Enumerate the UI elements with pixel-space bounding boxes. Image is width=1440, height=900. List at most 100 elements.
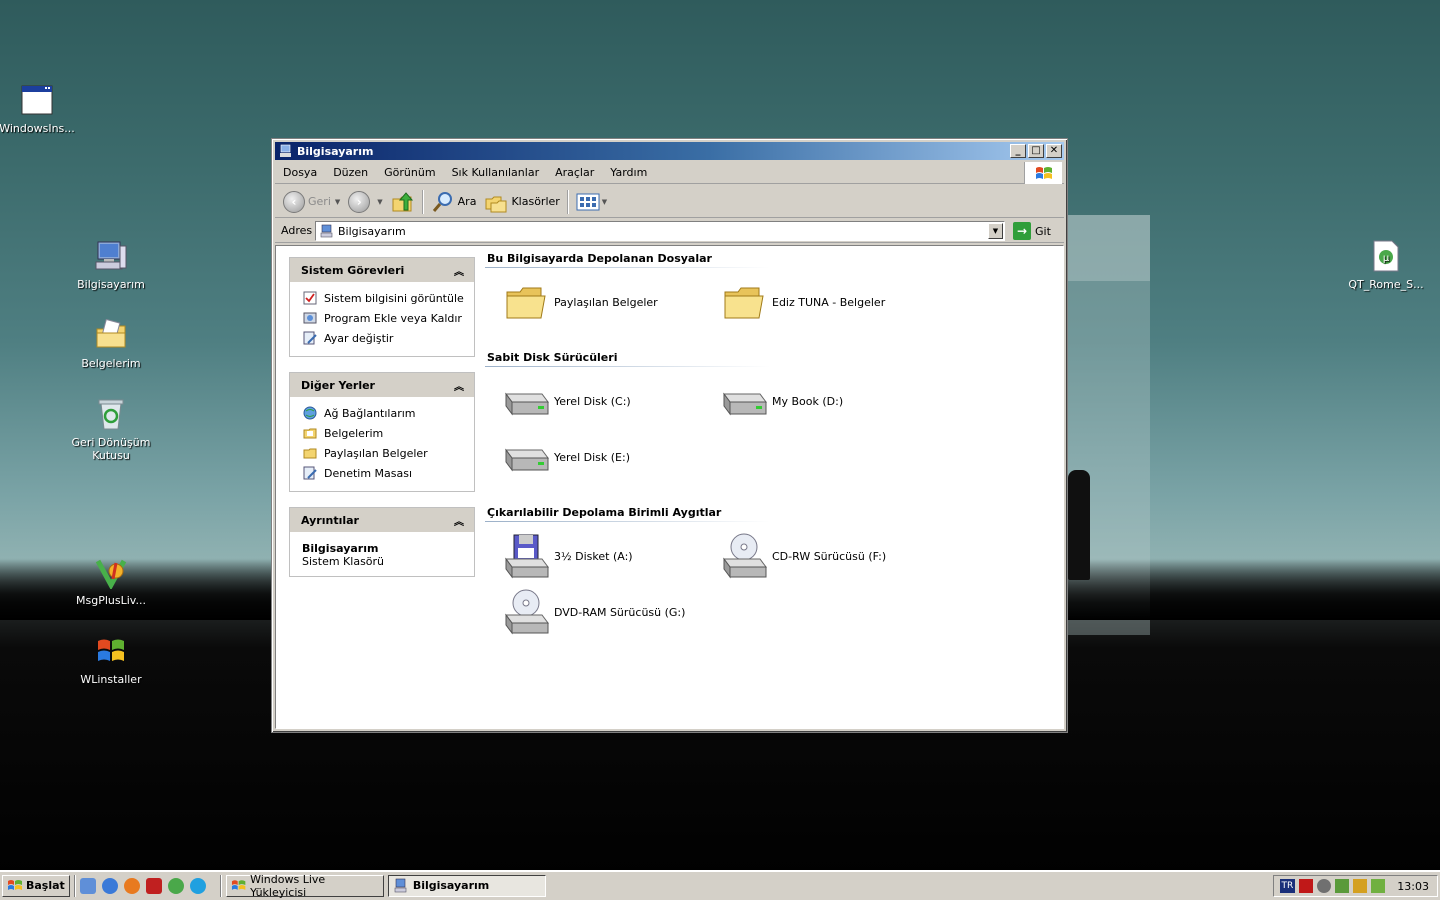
go-label: Git xyxy=(1035,224,1051,238)
group-title-stored-files: Bu Bilgisayarda Depolanan Dosyalar xyxy=(487,252,712,265)
media-app-icon[interactable] xyxy=(145,877,162,894)
menu-edit[interactable]: Düzen xyxy=(325,166,376,179)
desktop-icon-label: MsgPlusLiv... xyxy=(76,594,146,607)
collapse-icon[interactable]: ︽ xyxy=(454,513,464,528)
windows-flag-icon xyxy=(93,633,129,669)
antivirus-icon[interactable] xyxy=(1299,879,1314,893)
desktop-icon-mydocuments[interactable]: Belgelerim xyxy=(66,317,156,370)
taskbar-separator xyxy=(219,874,222,897)
item-drive-c[interactable]: Yerel Disk (C:) xyxy=(502,377,631,425)
item-label: Yerel Disk (C:) xyxy=(554,394,631,408)
menu-favorites[interactable]: Sık Kullanılanlar xyxy=(444,166,548,179)
skype-icon[interactable] xyxy=(189,877,206,894)
dvd-drive-icon xyxy=(502,588,550,636)
menu-help[interactable]: Yardım xyxy=(602,166,655,179)
address-input[interactable]: Bilgisayarım ▼ xyxy=(315,221,1005,241)
task-change-setting[interactable]: Ayar değiştir xyxy=(302,328,466,348)
details-header[interactable]: Ayrıntılar ︽ xyxy=(290,508,474,532)
start-button[interactable]: Başlat xyxy=(2,874,70,897)
desktop-icon-mycomputer[interactable]: Bilgisayarım xyxy=(66,238,156,291)
desktop-icon-msgplus[interactable]: MsgPlusLiv... xyxy=(66,554,156,607)
search-button[interactable]: Ara xyxy=(427,188,481,216)
floppy-drive-icon xyxy=(502,532,550,580)
update-icon[interactable] xyxy=(1317,879,1332,893)
place-my-documents[interactable]: Belgelerim xyxy=(302,423,466,443)
language-indicator[interactable]: TR xyxy=(1279,879,1296,893)
address-dropdown-button[interactable]: ▼ xyxy=(988,223,1003,239)
internet-explorer-icon[interactable] xyxy=(101,877,118,894)
go-button[interactable]: → Git xyxy=(1013,221,1051,241)
cd-drive-icon xyxy=(720,532,768,580)
item-dvdram-g[interactable]: DVD-RAM Sürücüsü (G:) xyxy=(502,588,685,636)
windows-logo-icon xyxy=(1024,162,1062,184)
task-view-system-info[interactable]: Sistem bilgisini görüntüle xyxy=(302,288,466,308)
item-user-documents[interactable]: Ediz TUNA - Belgeler xyxy=(720,278,885,326)
utorrent-icon[interactable] xyxy=(167,877,184,894)
content-area: Sistem Görevleri ︽ Sistem bilgisini görü… xyxy=(275,245,1064,729)
other-places-header[interactable]: Diğer Yerler ︽ xyxy=(290,373,474,397)
item-label: CD-RW Sürücüsü (F:) xyxy=(772,549,887,563)
chevron-down-icon: ▼ xyxy=(334,197,341,206)
group-title-removable: Çıkarılabilir Depolama Birimli Aygıtlar xyxy=(487,506,722,519)
start-label: Başlat xyxy=(26,879,65,892)
torrent-file-icon: µ xyxy=(1368,238,1404,274)
show-desktop-icon[interactable] xyxy=(79,877,96,894)
menu-view[interactable]: Görünüm xyxy=(376,166,443,179)
place-shared-documents[interactable]: Paylaşılan Belgeler xyxy=(302,443,466,463)
go-arrow-icon: → xyxy=(1013,222,1031,240)
task-windows-live-installer[interactable]: Windows Live Yükleyicisi xyxy=(225,873,384,899)
computer-icon xyxy=(93,238,129,274)
toolbar-separator xyxy=(421,189,424,214)
maximize-button[interactable]: □ xyxy=(1028,144,1044,158)
menu-tools[interactable]: Araçlar xyxy=(547,166,602,179)
forward-button[interactable]: › ▼ xyxy=(344,188,386,216)
address-label: Adres xyxy=(281,224,313,237)
group-divider xyxy=(485,267,770,268)
desktop-icon-label: WLinstaller xyxy=(80,673,142,686)
up-folder-button[interactable] xyxy=(387,188,419,216)
firefox-icon[interactable] xyxy=(123,877,140,894)
folder-icon xyxy=(302,445,318,461)
desktop-icon-qt-rome[interactable]: µ QT_Rome_S... xyxy=(1341,238,1431,291)
system-tasks-header[interactable]: Sistem Görevleri ︽ xyxy=(290,258,474,282)
menu-file[interactable]: Dosya xyxy=(275,166,325,179)
folder-icon xyxy=(502,278,550,326)
place-network-connections[interactable]: Ağ Bağlantılarım xyxy=(302,403,466,423)
network-tray-icon[interactable] xyxy=(1335,879,1350,893)
item-cdrw-f[interactable]: CD-RW Sürücüsü (F:) xyxy=(720,532,886,580)
up-folder-icon xyxy=(392,191,413,211)
task-add-remove-programs[interactable]: Program Ekle veya Kaldır xyxy=(302,308,466,328)
clock[interactable]: 13:03 xyxy=(1397,880,1429,893)
desktop-icon-wlinstaller[interactable]: WLinstaller xyxy=(66,633,156,686)
folder-icon xyxy=(720,278,768,326)
volume-icon[interactable] xyxy=(1353,879,1368,893)
forward-arrow-icon: › xyxy=(348,190,371,213)
item-floppy-a[interactable]: 3½ Disket (A:) xyxy=(502,532,633,580)
desktop-icon-recyclebin[interactable]: Geri Dönüşüm Kutusu xyxy=(66,396,156,462)
explorer-window: Bilgisayarım _ □ ✕ Dosya Düzen Görünüm S… xyxy=(271,138,1068,733)
item-drive-e[interactable]: Yerel Disk (E:) xyxy=(502,433,630,481)
item-shared-documents[interactable]: Paylaşılan Belgeler xyxy=(502,278,658,326)
window-titlebar[interactable]: Bilgisayarım _ □ ✕ xyxy=(275,142,1064,160)
item-drive-d[interactable]: My Book (D:) xyxy=(720,377,843,425)
collapse-icon[interactable]: ︽ xyxy=(454,378,464,393)
messenger-tray-icon[interactable] xyxy=(1371,879,1386,893)
windows-flag-icon xyxy=(8,879,22,890)
collapse-icon[interactable]: ︽ xyxy=(454,263,464,278)
hard-disk-icon xyxy=(502,377,550,425)
hard-disk-icon xyxy=(502,433,550,481)
views-button[interactable]: ▼ xyxy=(572,188,611,216)
toolbar: ‹ Geri ▼ › ▼ Ara Klasörler ▼ xyxy=(275,186,1064,218)
close-button[interactable]: ✕ xyxy=(1046,144,1062,158)
desktop-icon-label: Belgelerim xyxy=(81,357,141,370)
back-button[interactable]: ‹ Geri ▼ xyxy=(279,188,344,216)
desktop-icon-windowsinstaller[interactable]: WindowsIns... xyxy=(0,82,82,135)
minimize-button[interactable]: _ xyxy=(1010,144,1026,158)
group-title-hard-disks: Sabit Disk Sürücüleri xyxy=(487,351,618,364)
folders-button[interactable]: Klasörler xyxy=(480,188,563,216)
system-tasks-panel: Sistem Görevleri ︽ Sistem bilgisini görü… xyxy=(289,257,475,357)
item-label: DVD-RAM Sürücüsü (G:) xyxy=(554,605,686,619)
views-grid-icon xyxy=(576,193,600,210)
task-my-computer[interactable]: Bilgisayarım xyxy=(387,874,546,897)
place-control-panel[interactable]: Denetim Masası xyxy=(302,463,466,483)
